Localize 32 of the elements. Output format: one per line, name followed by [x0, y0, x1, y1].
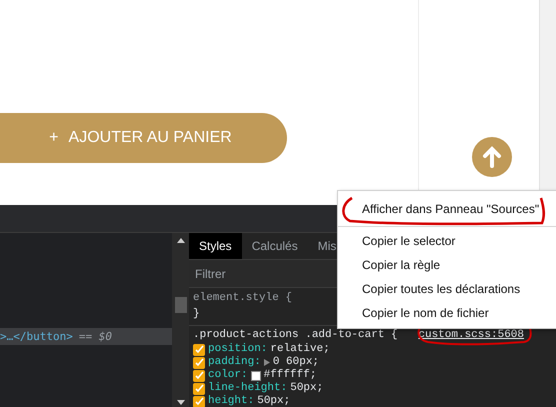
menu-item[interactable]: Afficher dans Panneau "Sources" [338, 194, 556, 224]
property-name: padding: [208, 356, 261, 369]
property-value: #ffffff; [264, 369, 316, 382]
rule-selector: .product-actions .add-to-cart { [193, 328, 398, 343]
scroll-down-icon[interactable] [176, 400, 184, 405]
property-name: height: [208, 395, 254, 407]
property-name: line-height: [208, 382, 288, 395]
expand-icon[interactable] [264, 359, 270, 366]
selected-node[interactable]: >…</button> == $0 [0, 328, 172, 345]
property-name: color: [208, 369, 248, 382]
checkbox[interactable] [193, 344, 205, 356]
menu-item[interactable]: Copier le nom de fichier [338, 301, 556, 325]
property-value: 50px; [290, 382, 324, 395]
scroll-top-button[interactable] [472, 137, 512, 177]
checkbox[interactable] [193, 382, 205, 394]
menu-item[interactable]: Copier toutes les déclarations [338, 277, 556, 301]
property-value: 50px; [257, 395, 290, 407]
source-link[interactable]: custom.scss:5608 [418, 327, 524, 343]
scroll-thumb[interactable] [174, 297, 186, 313]
scroll-up-icon[interactable] [176, 238, 184, 243]
styles-tab[interactable]: Calculés [242, 233, 308, 259]
property-name: position: [208, 343, 268, 356]
arrow-up-icon [482, 146, 502, 168]
property-value: relative; [270, 343, 330, 356]
checkbox[interactable] [193, 370, 205, 382]
checkbox[interactable] [193, 356, 205, 368]
checkbox[interactable] [193, 396, 205, 407]
styles-tab[interactable]: Styles [189, 233, 242, 259]
rule-brace: } [193, 307, 200, 322]
rule-selector: element.style { [193, 291, 292, 306]
property-value: 0 60px; [272, 356, 320, 369]
color-swatch[interactable] [250, 370, 261, 380]
